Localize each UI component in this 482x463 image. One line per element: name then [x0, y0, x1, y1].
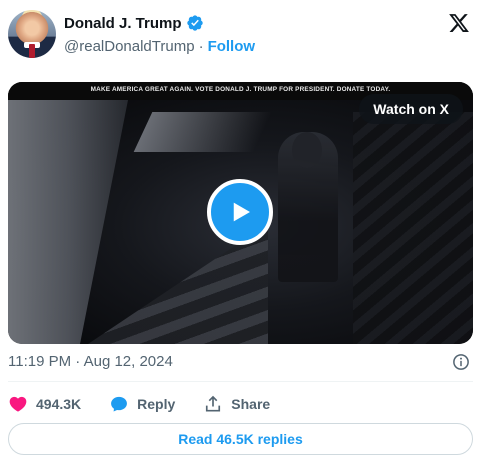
watch-on-x-label: Watch on X: [373, 101, 449, 117]
play-icon: [233, 202, 250, 222]
like-button[interactable]: 494.3K: [8, 394, 81, 414]
author-handle[interactable]: @realDonaldTrump: [64, 38, 195, 55]
verified-badge-icon: [186, 15, 203, 31]
x-logo-icon[interactable]: [448, 12, 470, 34]
video-scene-figure: [278, 132, 338, 282]
like-count: 494.3K: [36, 396, 82, 412]
post-actions: 494.3K Reply Share: [8, 393, 298, 415]
video-player[interactable]: MAKE AMERICA GREAT AGAIN. VOTE DONALD J.…: [8, 82, 473, 344]
embedded-post-card: Donald J. Trump @realDonaldTrump · Follo…: [0, 0, 482, 463]
reply-button[interactable]: Reply: [109, 394, 175, 414]
author-display-name[interactable]: Donald J. Trump: [64, 15, 182, 32]
play-button[interactable]: [207, 179, 273, 245]
avatar[interactable]: [8, 10, 56, 58]
avatar-tie: [29, 44, 35, 58]
share-icon: [206, 395, 221, 412]
video-scene-rail: [353, 112, 473, 344]
video-banner-text: MAKE AMERICA GREAT AGAIN. VOTE DONALD J.…: [90, 86, 391, 93]
post-timestamp[interactable]: 11:19 PM · Aug 12, 2024: [8, 353, 173, 370]
read-replies-label: Read 46.5K replies: [178, 431, 303, 447]
share-button[interactable]: Share: [203, 394, 270, 414]
author-handle-row: @realDonaldTrump · Follow: [64, 37, 255, 55]
read-replies-button[interactable]: Read 46.5K replies: [8, 423, 473, 455]
author-name-row: Donald J. Trump: [64, 13, 204, 33]
reply-label: Reply: [137, 396, 176, 412]
heart-icon: [9, 396, 27, 412]
separator-dot: ·: [198, 37, 204, 55]
video-scene-light: [133, 112, 273, 152]
follow-button[interactable]: Follow: [208, 38, 256, 55]
video-scene-wall: [8, 100, 128, 344]
watch-on-x-button[interactable]: Watch on X: [359, 94, 463, 124]
reply-bubble-icon: [111, 396, 128, 412]
divider: [8, 381, 473, 382]
share-label: Share: [231, 396, 271, 412]
info-icon[interactable]: [452, 353, 470, 371]
